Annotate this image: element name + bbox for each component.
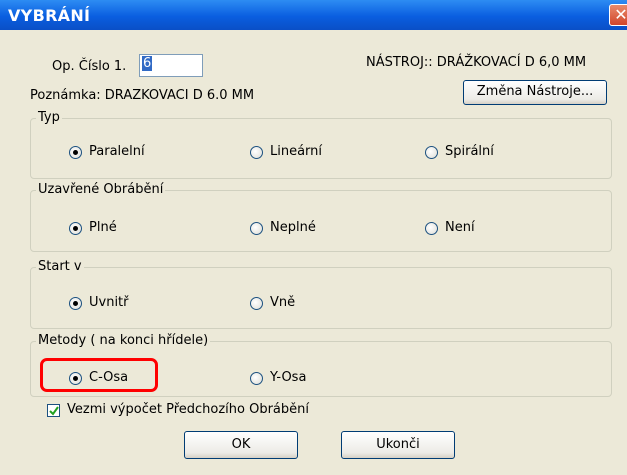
radio-outside-icon [250, 297, 263, 310]
radio-inside-label: Uvnitř [89, 295, 129, 310]
radio-partial-label: Neplné [270, 220, 316, 235]
op-number-label: Op. Číslo 1. [52, 59, 127, 74]
close-icon: ✕ [614, 5, 627, 24]
radio-inside-icon [69, 297, 82, 310]
radio-none-icon [425, 222, 438, 235]
radio-linear-label: Lineární [270, 144, 323, 159]
highlight-annotation [40, 358, 158, 392]
note-label: Poznámka: DRAZKOVACI D 6.0 MM [30, 88, 255, 103]
radio-full-icon [69, 222, 82, 235]
group-closed-machining: Uzavřené Obrábění [30, 182, 612, 252]
tool-label: NÁSTROJ:: DRÁŽKOVACÍ D 6,0 MM [366, 55, 587, 70]
checkmark-icon [49, 406, 59, 416]
group-methods-legend: Metody ( na konci hřídele) [36, 333, 211, 348]
radio-y-axis-icon [250, 372, 263, 385]
op-number-field[interactable]: 6 [139, 54, 203, 77]
radio-none-label: Není [445, 220, 475, 235]
radio-parallel-label: Paralelní [89, 144, 145, 159]
op-number-value: 6 [142, 56, 153, 71]
radio-spiral-label: Spirální [445, 144, 494, 159]
cancel-button[interactable]: Ukonči [341, 431, 455, 459]
group-type-legend: Typ [36, 110, 62, 125]
previous-machining-checkbox[interactable] [47, 404, 60, 417]
radio-parallel-icon [69, 146, 82, 159]
group-closed-legend: Uzavřené Obrábění [36, 182, 166, 197]
radio-full-label: Plné [89, 220, 117, 235]
title-bar[interactable]: VYBRÁNÍ ✕ [0, 0, 627, 30]
dialog-window: VYBRÁNÍ ✕ Op. Číslo 1. 6 NÁSTROJ:: DRÁŽK… [0, 0, 627, 475]
change-tool-button[interactable]: Změna Nástroje... [463, 80, 607, 105]
radio-spiral-icon [425, 146, 438, 159]
radio-partial-icon [250, 222, 263, 235]
window-title: VYBRÁNÍ [8, 6, 91, 25]
ok-button[interactable]: OK [184, 431, 298, 459]
radio-outside-label: Vně [270, 295, 296, 310]
previous-machining-label: Vezmi výpočet Předchozího Obrábění [67, 402, 309, 417]
close-button[interactable]: ✕ [609, 4, 627, 26]
radio-linear-icon [250, 146, 263, 159]
group-start-legend: Start v [36, 259, 84, 274]
radio-y-axis-label: Y-Osa [270, 370, 307, 385]
